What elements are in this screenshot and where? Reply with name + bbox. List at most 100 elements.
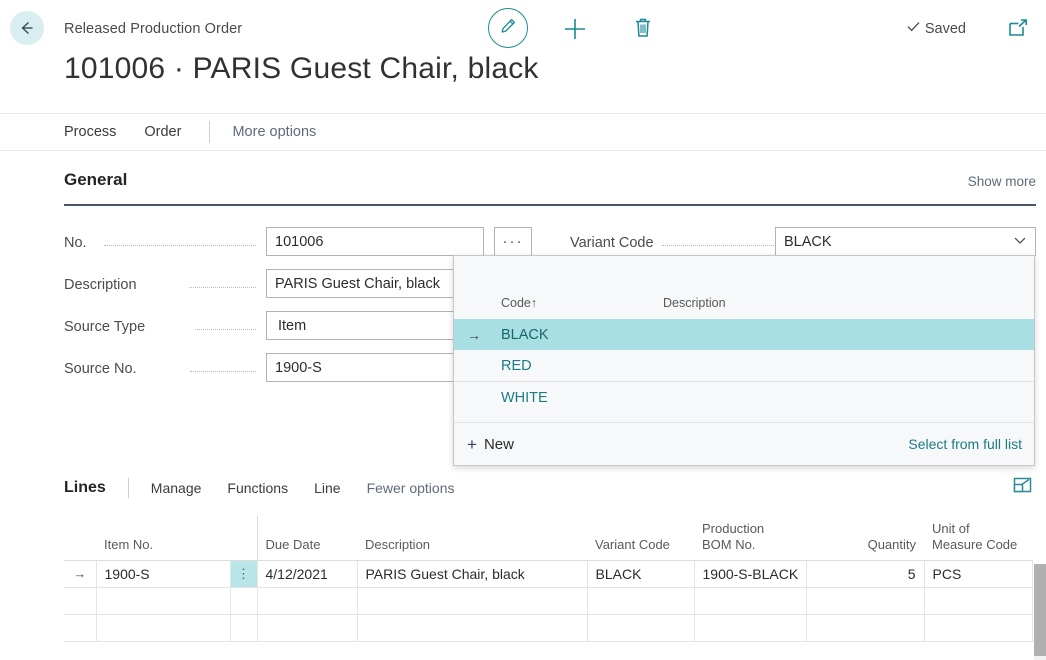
header-quantity[interactable]: Quantity: [806, 516, 924, 560]
save-status: Saved: [905, 18, 966, 39]
ribbon-divider: [209, 121, 210, 143]
header-item-no[interactable]: Item No.: [96, 516, 230, 560]
cell-row-menu[interactable]: [230, 614, 257, 641]
plus-icon: [560, 31, 590, 48]
header-unit-of-measure-code[interactable]: Unit ofMeasure Code: [924, 516, 1032, 560]
dropdown-new-button[interactable]: + New: [467, 436, 514, 453]
lines-section-title: Lines: [64, 479, 106, 497]
table-row[interactable]: → 1900-S ⋮ 4/12/2021 PARIS Guest Chair, …: [64, 560, 1032, 587]
cell-row-menu[interactable]: [230, 587, 257, 614]
general-section-title: General: [64, 170, 127, 189]
dropdown-column-description[interactable]: Description: [663, 296, 726, 310]
header-description[interactable]: Description: [357, 516, 587, 560]
cell-description[interactable]: [357, 587, 587, 614]
ellipsis-icon: ···: [503, 233, 524, 250]
cell-production-bom-no[interactable]: [694, 587, 806, 614]
open-in-new-window-icon: [1006, 27, 1030, 44]
lines-item-fewer-options[interactable]: Fewer options: [367, 480, 455, 496]
cell-production-bom-no[interactable]: [694, 614, 806, 641]
breadcrumb[interactable]: Released Production Order: [64, 21, 242, 37]
dropdown-row-code: RED: [501, 358, 532, 374]
field-label-source-type: Source Type: [64, 319, 145, 335]
cell-item-no[interactable]: 1900-S: [96, 560, 230, 587]
checkmark-icon: [905, 18, 922, 39]
no-field[interactable]: 101006: [266, 227, 484, 256]
cell-item-no[interactable]: [96, 587, 230, 614]
ribbon-item-more-options[interactable]: More options: [232, 124, 316, 140]
released-production-order-page: Released Production Order: [0, 0, 1046, 660]
variant-code-dropdown[interactable]: Code↑ Description → BLACK RED WHITE + Ne…: [453, 255, 1035, 466]
back-button[interactable]: [10, 11, 44, 45]
table-header-row: Item No. Due Date Description Variant Co…: [64, 516, 1032, 560]
top-toolbar: Released Production Order: [0, 0, 1046, 56]
cell-unit-of-measure-code[interactable]: PCS: [924, 560, 1032, 587]
source-type-field-value: Item: [278, 318, 306, 334]
chevron-down-icon[interactable]: [1012, 232, 1028, 252]
table-row[interactable]: [64, 587, 1032, 614]
action-ribbon: Process Order More options: [0, 113, 1046, 151]
row-indicator: →: [64, 560, 96, 587]
general-section-header: General Show more: [64, 170, 1036, 206]
lines-table: Item No. Due Date Description Variant Co…: [64, 516, 1033, 642]
cell-description[interactable]: PARIS Guest Chair, black: [357, 560, 587, 587]
dropdown-new-label: New: [484, 436, 514, 453]
cell-variant-code[interactable]: BLACK: [587, 560, 694, 587]
dropdown-column-code[interactable]: Code↑: [501, 296, 537, 310]
cell-quantity[interactable]: [806, 614, 924, 641]
vertical-dots-icon[interactable]: ⋮: [230, 560, 257, 587]
cell-variant-code[interactable]: [587, 587, 694, 614]
cell-production-bom-no[interactable]: 1900-S-BLACK: [694, 560, 806, 587]
header-row-indicator: [64, 516, 96, 560]
cell-unit-of-measure-code[interactable]: [924, 614, 1032, 641]
variant-code-value: BLACK: [784, 234, 832, 250]
dropdown-row-code: WHITE: [501, 390, 548, 406]
sort-ascending-icon: ↑: [531, 296, 537, 310]
no-assist-button[interactable]: ···: [494, 227, 532, 256]
label-leader: [190, 371, 256, 372]
delete-button[interactable]: [628, 13, 658, 43]
cell-description[interactable]: [357, 614, 587, 641]
show-more-link[interactable]: Show more: [968, 174, 1036, 189]
new-button[interactable]: [560, 14, 590, 44]
arrow-left-icon: [17, 18, 37, 38]
cell-item-no[interactable]: [96, 614, 230, 641]
page-title: 101006 · PARIS Guest Chair, black: [64, 52, 539, 86]
ribbon-item-process[interactable]: Process: [64, 124, 116, 140]
lines-item-line[interactable]: Line: [314, 480, 340, 496]
ribbon-item-order[interactable]: Order: [144, 124, 181, 140]
cell-quantity[interactable]: [806, 587, 924, 614]
field-label-source-no: Source No.: [64, 361, 137, 377]
header-due-date[interactable]: Due Date: [257, 516, 357, 560]
open-in-new-window-button[interactable]: [1006, 16, 1030, 40]
cell-variant-code[interactable]: [587, 614, 694, 641]
row-indicator: [64, 614, 96, 641]
variant-code-field[interactable]: BLACK: [775, 227, 1036, 256]
table-row[interactable]: [64, 614, 1032, 641]
lines-section-header: Lines Manage Functions Line Fewer option…: [64, 473, 1036, 503]
dropdown-row-white[interactable]: WHITE: [454, 382, 1034, 413]
header-variant-code[interactable]: Variant Code: [587, 516, 694, 560]
lines-item-manage[interactable]: Manage: [151, 480, 202, 496]
cell-unit-of-measure-code[interactable]: [924, 587, 1032, 614]
select-from-full-list-link[interactable]: Select from full list: [908, 436, 1022, 452]
lines-grid[interactable]: Item No. Due Date Description Variant Co…: [64, 516, 1046, 660]
cell-due-date[interactable]: [257, 587, 357, 614]
header-row-menu: [230, 516, 257, 560]
dropdown-column-code-label: Code: [501, 296, 531, 310]
dropdown-column-header: Code↑ Description: [454, 256, 1034, 319]
expand-icon[interactable]: [1012, 475, 1034, 497]
cell-due-date[interactable]: 4/12/2021: [257, 560, 357, 587]
description-field-value: PARIS Guest Chair, black: [275, 276, 440, 292]
arrow-right-icon: →: [467, 327, 481, 343]
dropdown-row-black[interactable]: → BLACK: [454, 319, 1034, 350]
lines-divider: [128, 478, 129, 498]
lines-item-functions[interactable]: Functions: [227, 480, 288, 496]
field-label-variant-code: Variant Code: [570, 235, 654, 251]
edit-button[interactable]: [488, 8, 528, 48]
row-indicator: [64, 587, 96, 614]
dropdown-row-red[interactable]: RED: [454, 350, 1034, 381]
cell-due-date[interactable]: [257, 614, 357, 641]
grid-scrollbar-thumb[interactable]: [1034, 564, 1046, 656]
cell-quantity[interactable]: 5: [806, 560, 924, 587]
header-production-bom-no[interactable]: ProductionBOM No.: [694, 516, 806, 560]
